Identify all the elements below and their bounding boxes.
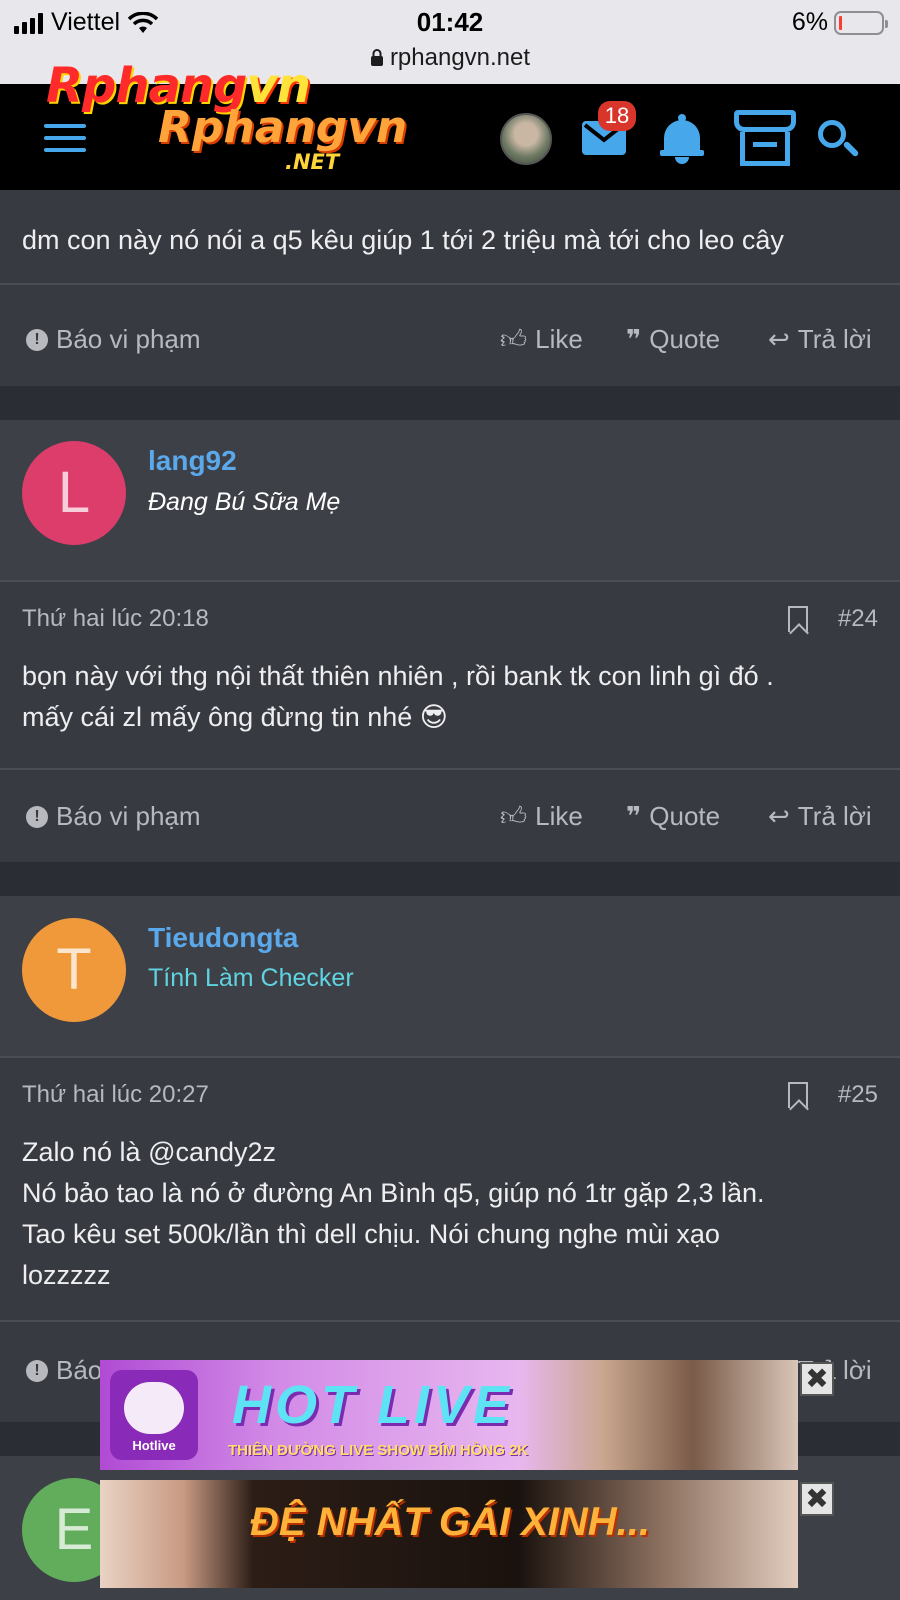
report-button[interactable]: ! Báo [26,1355,102,1386]
report-button[interactable]: ! Báo vi phạm [26,801,201,832]
quote-button[interactable]: ❞ Quote [626,324,720,355]
post-number[interactable]: #24 [838,605,878,633]
quote-icon: ❞ [626,801,642,831]
thumbs-up-icon: 👍︎ [500,324,528,354]
avatar[interactable]: L [22,441,126,545]
ad-brand: Hotlive [132,1438,176,1453]
mail-badge: 18 [598,101,636,131]
ad-title: ĐỆ NHẤT GÁI XINH... [250,1500,651,1544]
user-avatar[interactable] [500,113,552,165]
bookmark-icon[interactable] [788,606,808,632]
battery-percent: 6% [791,8,828,36]
hotlive-logo-icon: Hotlive [110,1370,198,1460]
report-button[interactable]: ! Báo vi phạm [26,324,201,355]
bookmark-icon[interactable] [788,1082,808,1108]
post-text: bọn này với thg nội thất thiên nhiên , r… [22,661,774,732]
close-ad-button[interactable]: ✖ [800,1482,834,1516]
warning-icon: ! [26,328,48,351]
post-actions: ! Báo vi phạm 👍︎ Like ❞ Quote ↩ Trả lời [0,302,900,378]
search-icon[interactable] [818,120,860,160]
post-23: dm con này nó nói a q5 kêu giúp 1 tới 2 … [0,190,900,386]
quote-icon: ❞ [626,324,642,354]
ad-title: HOT LIVE [232,1375,514,1435]
thumbs-up-icon: 👍︎ [500,801,528,831]
post-actions: ! Báo vi phạm 👍︎ Like ❞ Quote ↩ Trả lời [0,779,900,855]
site-logo[interactable]: Rphangvn Rphangvn .NET [40,58,420,186]
reply-icon: ↩ [768,801,790,831]
like-button[interactable]: 👍︎ Like [500,801,583,832]
username[interactable]: Tieudongta [148,922,298,954]
post-time[interactable]: Thứ hai lúc 20:18 [22,605,209,633]
user-title: Đang Bú Sữa Mẹ [148,488,341,516]
logo-line-3: .NET [285,150,340,174]
quote-button[interactable]: ❞ Quote [626,801,720,832]
post-number[interactable]: #25 [838,1081,878,1109]
clock: 01:42 [416,7,484,37]
warning-icon: ! [26,1359,48,1382]
avatar[interactable]: T [22,918,126,1022]
post-time[interactable]: Thứ hai lúc 20:27 [22,1081,209,1109]
ad-banner-hotlive[interactable]: Hotlive HOT LIVE THIÊN ĐƯỜNG LIVE SHOW B… [100,1360,798,1470]
user-header-tieudongta: T Tieudongta Tính Làm Checker [0,896,900,1056]
store-icon[interactable] [734,110,796,166]
logo-line-2: Rphangvn [158,102,408,153]
bell-icon[interactable] [660,114,704,164]
ad-subtitle: THIÊN ĐƯỜNG LIVE SHOW BÍM HỒNG 2K [228,1442,529,1459]
reply-button[interactable]: ↩Trả lời [768,324,872,355]
ad-banner-gaixinh[interactable]: ĐỆ NHẤT GÁI XINH... [100,1480,798,1588]
like-button[interactable]: 👍︎ Like [500,324,583,355]
emoji: 😎 [419,702,448,732]
reply-icon: ↩ [768,324,790,354]
post-text: Zalo nó là @candy2z Nó bảo tao là nó ở đ… [22,1137,765,1290]
username[interactable]: lang92 [148,445,237,477]
warning-icon: ! [26,805,48,828]
post-text: dm con này nó nói a q5 kêu giúp 1 tới 2 … [22,225,784,255]
reply-button[interactable]: ↩Trả lời [768,801,872,832]
user-title: Tính Làm Checker [148,964,354,992]
user-header-lang92: L lang92 Đang Bú Sữa Mẹ [0,420,900,580]
post-24: Thứ hai lúc 20:18 #24 bọn này với thg nộ… [0,582,900,862]
battery-icon [834,10,888,35]
battery-indicator: 6% [791,8,888,37]
close-ad-button[interactable]: ✖ [800,1362,834,1396]
